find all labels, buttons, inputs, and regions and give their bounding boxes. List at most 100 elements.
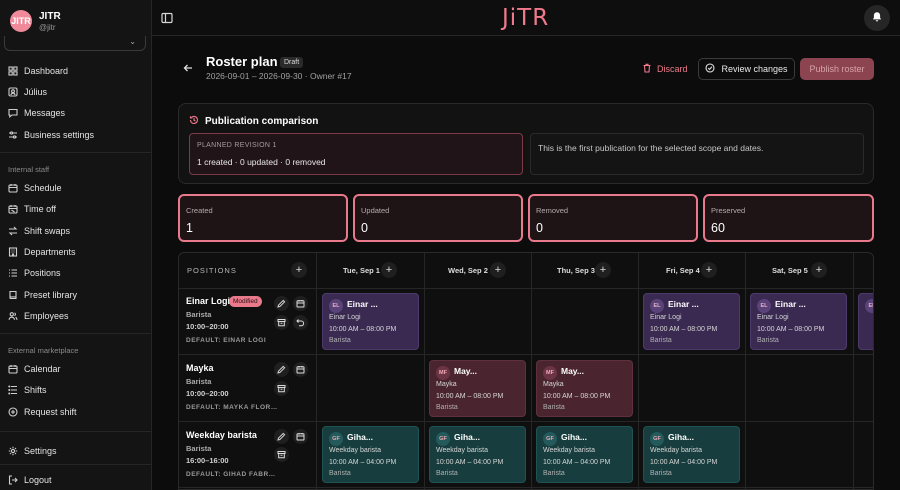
shift-card[interactable]: EL Einar ... Einar Logi 10:00 AM – 08:00… — [643, 293, 740, 350]
nav-business-settings[interactable]: Business settings — [8, 130, 94, 140]
shift-card[interactable]: EL Einar ... Einar Logi 10:00 AM – 08:00… — [750, 293, 847, 350]
calendar-button[interactable] — [293, 362, 308, 377]
avatar: GF — [650, 432, 664, 446]
shift-title: Giha... — [668, 432, 694, 442]
stat-created: Created 1 — [178, 194, 348, 242]
stat-value: 1 — [186, 221, 193, 235]
shift-role: Barista — [650, 470, 672, 477]
add-shift-button[interactable]: + — [595, 262, 611, 278]
archive-button[interactable] — [274, 447, 289, 462]
position-time: 10:00–20:00 — [186, 322, 229, 331]
shift-title: Giha... — [454, 432, 480, 442]
shift-card[interactable]: EL Einar ... Einar Logi 10:00 AM – 08:00… — [322, 293, 419, 350]
calendar-button[interactable] — [293, 296, 308, 311]
notifications-button[interactable] — [864, 5, 890, 31]
shift-time: 10:00 AM – 08:00 PM — [757, 326, 825, 333]
add-position-button[interactable]: + — [291, 262, 307, 278]
position-default: DEFAULT: MAYKA FLOR… — [186, 404, 278, 411]
day-header: Sat, Sep 5 — [772, 266, 808, 275]
account-switcher[interactable]: JITR JITR @jitr — [10, 10, 61, 32]
nav-label: Schedule — [24, 183, 62, 193]
logout-icon — [8, 475, 18, 485]
nav-label: Shift swaps — [24, 226, 71, 236]
avatar: MF — [543, 366, 557, 380]
discard-button[interactable]: Discard — [638, 58, 692, 80]
review-label: Review changes — [721, 64, 788, 74]
publication-comparison-card: Publication comparison PLANNED REVISION … — [178, 103, 874, 184]
position-role: Barista — [186, 377, 212, 386]
edit-button[interactable] — [274, 296, 289, 311]
shift-card[interactable]: GF Giha... Weekday barista 10:00 AM – 04… — [536, 426, 633, 483]
edit-button[interactable] — [274, 429, 289, 444]
shift-time: 10:00 AM – 08:00 PM — [329, 326, 397, 333]
undo-icon — [296, 316, 305, 330]
shift-card[interactable]: MF May... Mayka 10:00 AM – 08:00 PM Bari… — [536, 360, 633, 417]
section-external-marketplace: External marketplace — [8, 346, 79, 355]
back-arrow-icon[interactable] — [182, 62, 194, 74]
nav-preset-library[interactable]: Preset library — [8, 290, 77, 300]
nav-label: Július — [24, 87, 48, 97]
brand-handle: @jitr — [39, 22, 56, 32]
business-selector[interactable]: ⌄ — [4, 36, 146, 51]
calendar-button[interactable] — [293, 429, 308, 444]
nav-time-off[interactable]: Time off — [8, 204, 56, 214]
nav-label: Calendar — [24, 364, 61, 374]
card-title-text: Publication comparison — [205, 116, 319, 127]
publish-roster-button[interactable]: Publish roster — [800, 58, 874, 80]
review-changes-button[interactable]: Review changes — [698, 58, 795, 80]
nav-schedule[interactable]: Schedule — [8, 183, 62, 193]
nav-dashboard[interactable]: Dashboard — [8, 66, 68, 76]
status-badge: Draft — [280, 57, 304, 68]
day-header: Wed, Sep 2 — [448, 266, 488, 275]
divider — [0, 464, 151, 465]
shift-role: Barista — [543, 404, 565, 411]
add-shift-button[interactable]: + — [381, 262, 397, 278]
nav-calendar[interactable]: Calendar — [8, 364, 61, 374]
nav-julius[interactable]: Július — [8, 87, 47, 97]
shift-card-partial[interactable]: EL — [858, 293, 873, 350]
nav-departments[interactable]: Departments — [8, 247, 76, 257]
shift-card[interactable]: MF May... Mayka 10:00 AM – 08:00 PM Bari… — [429, 360, 526, 417]
nav-shift-swaps[interactable]: Shift swaps — [8, 226, 70, 236]
nav-request-shift[interactable]: Request shift — [8, 407, 77, 417]
user-icon — [8, 87, 18, 97]
archive-button[interactable] — [274, 381, 289, 396]
stat-removed: Removed 0 — [528, 194, 698, 242]
undo-button[interactable] — [293, 315, 308, 330]
nav-positions[interactable]: Positions — [8, 268, 61, 278]
add-shift-button[interactable]: + — [701, 262, 717, 278]
avatar: GF — [436, 432, 450, 446]
add-shift-button[interactable]: + — [490, 262, 506, 278]
publication-info-box: This is the first publication for the se… — [530, 133, 864, 175]
nav-label: Dashboard — [24, 66, 69, 76]
nav-label: Employees — [24, 311, 69, 321]
publication-info-text: This is the first publication for the se… — [538, 143, 764, 153]
archive-button[interactable] — [274, 315, 289, 330]
nav-settings[interactable]: Settings — [8, 446, 57, 456]
position-role: Barista — [186, 444, 212, 453]
archive-icon — [277, 448, 286, 462]
check-circle-icon — [705, 63, 716, 75]
shift-card[interactable]: GF Giha... Weekday barista 10:00 AM – 04… — [643, 426, 740, 483]
shift-card[interactable]: GF Giha... Weekday barista 10:00 AM – 04… — [429, 426, 526, 483]
add-shift-button[interactable]: + — [811, 262, 827, 278]
shift-title: Einar ... — [347, 299, 378, 309]
nav-shifts[interactable]: Shifts — [8, 385, 47, 395]
nav-logout[interactable]: Logout — [8, 475, 52, 485]
nav-messages[interactable]: Messages — [8, 108, 65, 118]
nav-label: Preset library — [24, 290, 78, 300]
avatar: EL — [757, 299, 771, 313]
avatar: EL — [329, 299, 343, 313]
shift-time: 10:00 AM – 04:00 PM — [543, 459, 611, 466]
sidebar-toggle-icon[interactable] — [160, 11, 174, 25]
card-title: Publication comparison — [189, 115, 318, 128]
edit-button[interactable] — [274, 362, 289, 377]
plus-circle-icon — [8, 407, 18, 417]
nav-label: Time off — [24, 204, 57, 214]
grid-line — [179, 487, 873, 488]
shift-time: 10:00 AM – 04:00 PM — [650, 459, 718, 466]
shift-card[interactable]: GF Giha... Weekday barista 10:00 AM – 04… — [322, 426, 419, 483]
shift-person: Einar Logi — [757, 314, 789, 321]
top-bar: JiTR — [152, 0, 900, 36]
nav-employees[interactable]: Employees — [8, 311, 69, 321]
